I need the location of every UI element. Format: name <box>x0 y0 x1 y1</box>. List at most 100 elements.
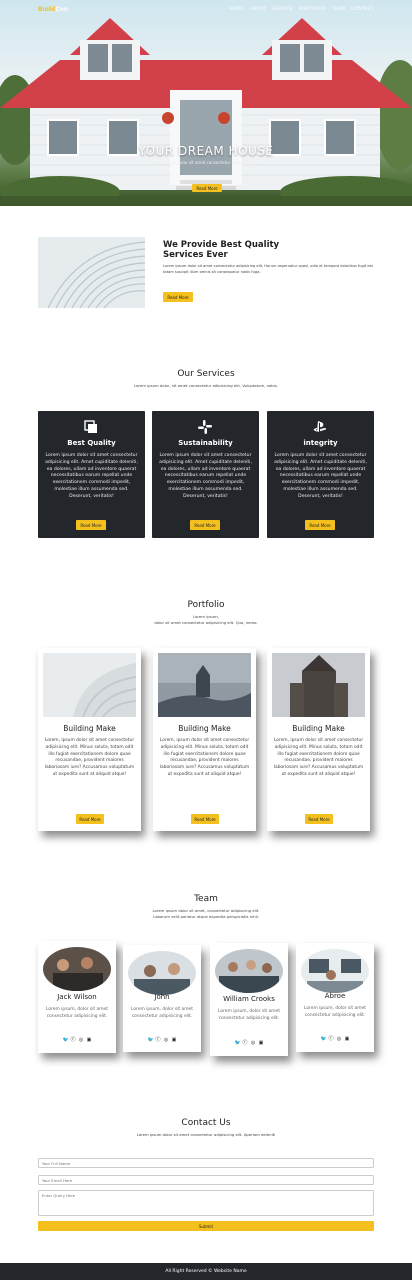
team-member-photo <box>301 949 369 993</box>
service-card-best-quality: Best Quality Lorem ipsum dolor sit amet … <box>38 411 145 538</box>
about-read-more-button[interactable]: Read More <box>163 292 193 302</box>
portfolio-subtitle-line2: dolor sit amet consectetur adipisicing e… <box>154 619 258 625</box>
top-navbar: BuildCon HOME ABOUT SERVICE PORTFOLIO TE… <box>0 0 412 18</box>
portfolio-card-text: Lorem, ipsum dolor sit amet consectetur … <box>273 738 364 777</box>
team-card: John Lorem ipsum, dolor sit amet consect… <box>123 945 201 1052</box>
team-subtitle: Lorem ipsum dolor sit amet, consectetur … <box>100 908 312 919</box>
team-card: Abroe Lorem ipsum, dolor sit amet consec… <box>296 943 374 1052</box>
portfolio-read-more-button[interactable]: Read More <box>191 814 219 824</box>
about-building-image <box>38 237 145 308</box>
service-title: Best Quality <box>67 439 116 447</box>
instagram-icon[interactable]: ◎ <box>337 1037 342 1042</box>
footer: All Right Reserved © Website Name <box>0 1263 412 1280</box>
team-member-name: Abroe <box>324 992 346 1000</box>
contact-subtitle: Lorem ipsum dolor sit amet consectetur a… <box>136 1132 276 1137</box>
brand-logo[interactable]: BuildCon <box>38 6 68 13</box>
service-text: Lorem ipsum dolor sit amet consectetur a… <box>159 453 252 499</box>
portfolio-card-text: Lorem, ipsum dolor sit amet consectetur … <box>44 738 135 777</box>
service-read-more-button[interactable]: Read More <box>190 520 220 530</box>
full-name-input[interactable] <box>38 1158 374 1168</box>
team-member-photo <box>128 951 196 995</box>
nav-item-home[interactable]: HOME <box>229 7 243 12</box>
nav-item-team[interactable]: TEAM <box>332 7 345 12</box>
instagram-icon[interactable]: ◎ <box>164 1038 169 1043</box>
team-subtitle-line2: Laborum velit pariatur atque expedita pe… <box>153 913 259 919</box>
service-title: Sustainability <box>178 439 233 447</box>
service-title: integrity <box>303 439 338 447</box>
hero-read-more-button[interactable]: Read More <box>192 184 222 192</box>
nav-item-service[interactable]: SERVICE <box>272 7 292 12</box>
facebook-icon[interactable]: ⓕ <box>243 1041 248 1046</box>
portfolio-title: Portfolio <box>187 600 225 610</box>
service-card-sustainability: Sustainability Lorem ipsum dolor sit ame… <box>152 411 259 538</box>
nav-item-about[interactable]: ABOUT <box>250 7 267 12</box>
contact-title: Contact Us <box>181 1118 231 1128</box>
about-title-line2: Services Ever <box>163 250 228 260</box>
portfolio-subtitle: Lorem ipsum, dolor sit amet consectetur … <box>100 614 312 625</box>
about-title-line1: We Provide Best Quality <box>163 240 280 250</box>
nav-item-portfolio[interactable]: PORTFOLIO <box>299 7 326 12</box>
team-member-photo <box>215 949 283 993</box>
portfolio-card-title: Building Make <box>63 724 116 733</box>
twitter-icon[interactable]: 🐦 <box>148 1038 154 1043</box>
service-read-more-button[interactable]: Read More <box>76 520 106 530</box>
portfolio-read-more-button[interactable]: Read More <box>76 814 104 824</box>
social-links: 🐦 ⓕ ◎ ▣ <box>123 1038 201 1043</box>
portfolio-card: Building Make Lorem, ipsum dolor sit ame… <box>38 648 141 831</box>
hero-section: YOUR DREAM HOUSE Lorem ipsum dolor sit a… <box>0 0 412 206</box>
portfolio-read-more-button[interactable]: Read More <box>305 814 333 824</box>
portfolio-image <box>158 653 251 717</box>
facebook-icon[interactable]: ⓕ <box>71 1038 76 1043</box>
instagram-icon[interactable]: ◎ <box>79 1038 84 1043</box>
instagram-icon[interactable]: ◎ <box>251 1041 256 1046</box>
query-textarea[interactable] <box>38 1190 374 1216</box>
service-read-more-button[interactable]: Read More <box>305 520 335 530</box>
facebook-icon[interactable]: ⓕ <box>156 1038 161 1043</box>
email-input[interactable] <box>38 1175 374 1185</box>
team-member-name: Jack Wilson <box>57 993 97 1001</box>
portfolio-card-title: Building Make <box>178 724 231 733</box>
linkedin-icon[interactable]: ▣ <box>345 1037 350 1042</box>
team-member-text: Lorem ipsum, dolor sit amet consectetur … <box>304 1006 366 1018</box>
footer-text: All Right Reserved © Website Name <box>165 1269 247 1274</box>
copy-icon <box>84 420 97 433</box>
linkedin-icon[interactable]: ▣ <box>172 1038 177 1043</box>
twitter-icon[interactable]: 🐦 <box>235 1041 241 1046</box>
team-member-name: John <box>154 993 170 1001</box>
service-card-integrity: integrity Lorem ipsum dolor sit amet con… <box>267 411 374 538</box>
linkedin-icon[interactable]: ▣ <box>87 1038 92 1043</box>
about-text: Lorem ipsum dolor sit amet consectetur a… <box>163 264 373 274</box>
team-member-name: William Crooks <box>223 995 275 1003</box>
portfolio-card: Building Make Lorem, ipsum dolor sit ame… <box>267 648 370 831</box>
services-subtitle: Lorem ipsum dolor, sit amet consectetur … <box>134 383 278 388</box>
social-links: 🐦 ⓕ ◎ ▣ <box>210 1041 288 1046</box>
linkedin-icon[interactable]: ▣ <box>259 1041 264 1046</box>
hero-house-image <box>0 18 412 206</box>
social-links: 🐦 ⓕ ◎ ▣ <box>296 1037 374 1042</box>
submit-button[interactable]: Submit <box>38 1221 374 1231</box>
brand-part2: Con <box>55 5 69 13</box>
portfolio-card: Building Make Lorem, ipsum dolor sit ame… <box>153 648 256 831</box>
social-links: 🐦 ⓕ ◎ ▣ <box>38 1038 116 1043</box>
hero-subtitle: Lorem ipsum dolor sit amet consectetur a… <box>150 160 262 165</box>
portfolio-card-title: Building Make <box>292 724 345 733</box>
team-title: Team <box>194 894 218 904</box>
team-card: Jack Wilson Lorem ipsum, dolor sit amet … <box>38 941 116 1053</box>
team-member-text: Lorem ipsum, dolor sit amet consectetur … <box>218 1009 280 1021</box>
services-title: Our Services <box>177 369 235 379</box>
playstation-icon <box>313 421 327 432</box>
twitter-icon[interactable]: 🐦 <box>321 1037 327 1042</box>
service-text: Lorem ipsum dolor sit amet consectetur a… <box>274 453 367 499</box>
slack-icon <box>198 420 212 434</box>
page: YOUR DREAM HOUSE Lorem ipsum dolor sit a… <box>0 0 412 1280</box>
facebook-icon[interactable]: ⓕ <box>329 1037 334 1042</box>
team-card: William Crooks Lorem ipsum, dolor sit am… <box>210 943 288 1056</box>
hero-title: YOUR DREAM HOUSE <box>138 144 274 158</box>
about-title: We Provide Best Quality Services Ever <box>163 240 373 260</box>
portfolio-image <box>43 653 136 717</box>
team-member-text: Lorem ipsum, dolor sit amet consectetur … <box>131 1007 193 1019</box>
twitter-icon[interactable]: 🐦 <box>63 1038 69 1043</box>
portfolio-image <box>272 653 365 717</box>
nav-item-contact[interactable]: CONTACT <box>351 7 374 12</box>
team-member-text: Lorem ipsum, dolor sit amet consectetur … <box>46 1007 108 1019</box>
